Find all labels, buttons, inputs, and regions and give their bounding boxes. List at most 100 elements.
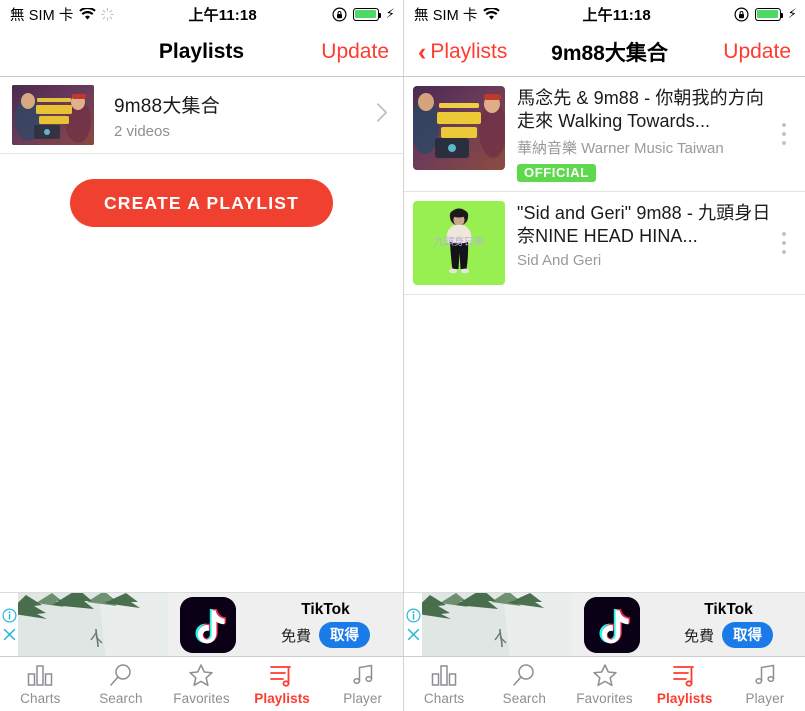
tab-search[interactable]: Search (484, 657, 564, 711)
ad-app-icon-wrap (572, 593, 652, 656)
navigation-bar: Playlists Update (0, 28, 403, 77)
video-channel: Sid And Geri (517, 252, 602, 270)
status-bar-left: 無 SIM 卡 (414, 4, 500, 25)
battery-icon (352, 7, 382, 21)
playlist-note-icon (269, 662, 295, 688)
ad-price-row: 免費 取得 (281, 622, 370, 648)
rotation-lock-icon (734, 6, 749, 22)
clock-label: 上午11:18 (582, 6, 651, 24)
video-title: "Sid and Geri" 9m88 - 九頭身日奈NINE HEAD HIN… (517, 203, 771, 247)
list-item[interactable]: 9m88大集合 2 videos (0, 77, 403, 154)
list-item[interactable]: 馬念先 & 9m88 - 你朝我的方向走來 Walking Towards...… (404, 77, 805, 193)
info-icon[interactable] (1, 607, 17, 623)
ad-image (18, 593, 168, 656)
tab-label: Favorites (173, 691, 230, 706)
tab-label: Search (502, 691, 546, 706)
tab-charts[interactable]: Charts (404, 657, 484, 711)
battery-icon (754, 7, 784, 21)
playlist-thumbnail (12, 85, 94, 145)
star-icon (188, 662, 214, 688)
tab-label: Search (99, 691, 143, 706)
info-icon[interactable] (405, 607, 421, 623)
status-bar-right: ⚡ (734, 6, 797, 22)
tab-bar: Charts Search Favorites Playlists Player (0, 656, 403, 711)
magnifier-icon (511, 662, 537, 688)
tab-player[interactable]: Player (725, 657, 805, 711)
kebab-menu-icon[interactable] (773, 232, 795, 255)
ad-image (422, 593, 572, 656)
tab-bar: Charts Search Favorites Playlists Player (404, 656, 805, 711)
status-bar: 無 SIM 卡 上午11:18 ⚡ (0, 0, 403, 28)
video-list: 馬念先 & 9m88 - 你朝我的方向走來 Walking Towards...… (404, 77, 805, 592)
tiktok-logo-icon (584, 596, 640, 653)
video-meta: "Sid and Geri" 9m88 - 九頭身日奈NINE HEAD HIN… (517, 201, 773, 269)
video-channel: 華納音樂 Warner Music Taiwan (517, 140, 724, 158)
status-badge: OFFICIAL (517, 164, 596, 183)
dual-screenshot-container: 無 SIM 卡 上午11:18 ⚡ Playlists Update 9m88大… (0, 0, 805, 711)
tiktok-logo-icon (180, 596, 236, 653)
playlist-note-icon (672, 662, 698, 688)
lightning-bolt-icon: ⚡ (787, 6, 797, 21)
wifi-icon (78, 6, 96, 21)
close-icon[interactable] (2, 627, 17, 642)
ad-controls (404, 593, 422, 656)
playlist-video-count: 2 videos (114, 122, 170, 140)
close-icon[interactable] (406, 627, 421, 642)
ad-get-button[interactable]: 取得 (722, 622, 773, 648)
clock-label: 上午11:18 (188, 6, 257, 24)
chevron-right-icon (376, 102, 389, 129)
status-bar-left: 無 SIM 卡 (10, 4, 114, 25)
tab-playlists[interactable]: Playlists (242, 657, 323, 711)
kebab-menu-icon[interactable] (773, 123, 795, 146)
tab-label: Playlists (656, 691, 713, 706)
video-meta: 馬念先 & 9m88 - 你朝我的方向走來 Walking Towards...… (517, 86, 773, 183)
tab-label: Favorites (576, 691, 633, 706)
tab-player[interactable]: Player (322, 657, 403, 711)
back-button[interactable]: ‹ Playlists (418, 37, 508, 66)
ad-app-title: TikTok (704, 601, 753, 618)
tab-favorites[interactable]: Favorites (564, 657, 644, 711)
ad-app-icon-wrap (168, 593, 248, 656)
video-thumbnail (413, 86, 505, 170)
left-screen: 無 SIM 卡 上午11:18 ⚡ Playlists Update 9m88大… (0, 0, 403, 711)
bar-chart-icon (27, 662, 53, 688)
tab-label: Charts (20, 691, 61, 706)
right-screen: 無 SIM 卡 上午11:18 ⚡ ‹ Playlists 9m88大集合 Up… (403, 0, 805, 711)
star-icon (592, 662, 618, 688)
back-button-label: Playlists (430, 40, 508, 63)
playlists-list: 9m88大集合 2 videos CREATE A PLAYLIST (0, 77, 403, 592)
lightning-bolt-icon: ⚡ (385, 6, 395, 21)
video-title: 馬念先 & 9m88 - 你朝我的方向走來 Walking Towards... (517, 88, 764, 132)
ad-price-label: 免費 (280, 627, 311, 645)
magnifier-icon (108, 662, 134, 688)
playlist-title: 9m88大集合 (114, 95, 220, 117)
list-item[interactable]: 九頭身日奈 "Sid and Geri" 9m88 - 九頭身日奈NINE HE… (404, 192, 805, 296)
status-bar: 無 SIM 卡 上午11:18 ⚡ (404, 0, 805, 28)
ad-banner[interactable]: TikTok 免費 取得 (0, 592, 403, 656)
update-button[interactable]: Update (321, 40, 389, 64)
playlist-meta: 9m88大集合 2 videos (114, 91, 370, 140)
update-button[interactable]: Update (723, 40, 791, 64)
tab-playlists[interactable]: Playlists (645, 657, 725, 711)
tab-charts[interactable]: Charts (0, 657, 81, 711)
tab-label: Playlists (254, 691, 310, 706)
tab-favorites[interactable]: Favorites (161, 657, 242, 711)
carrier-label: 無 SIM 卡 (414, 7, 478, 24)
status-bar-right: ⚡ (332, 6, 395, 22)
music-note-icon (752, 662, 778, 688)
wifi-icon (482, 6, 500, 21)
carrier-label: 無 SIM 卡 (10, 7, 74, 24)
svg-text:九頭身日奈: 九頭身日奈 (434, 235, 484, 248)
ad-app-title: TikTok (301, 601, 350, 618)
tab-label: Player (343, 691, 383, 706)
ad-banner[interactable]: TikTok 免費 取得 (404, 592, 805, 656)
chevron-left-icon: ‹ (418, 37, 427, 66)
tab-label: Player (745, 691, 785, 706)
tab-search[interactable]: Search (81, 657, 162, 711)
ad-controls (0, 593, 18, 656)
create-playlist-button[interactable]: CREATE A PLAYLIST (69, 179, 334, 227)
music-note-icon (350, 662, 376, 688)
ad-price-label: 免費 (683, 627, 714, 645)
ad-price-row: 免費 取得 (684, 622, 773, 648)
ad-get-button[interactable]: 取得 (319, 622, 370, 648)
